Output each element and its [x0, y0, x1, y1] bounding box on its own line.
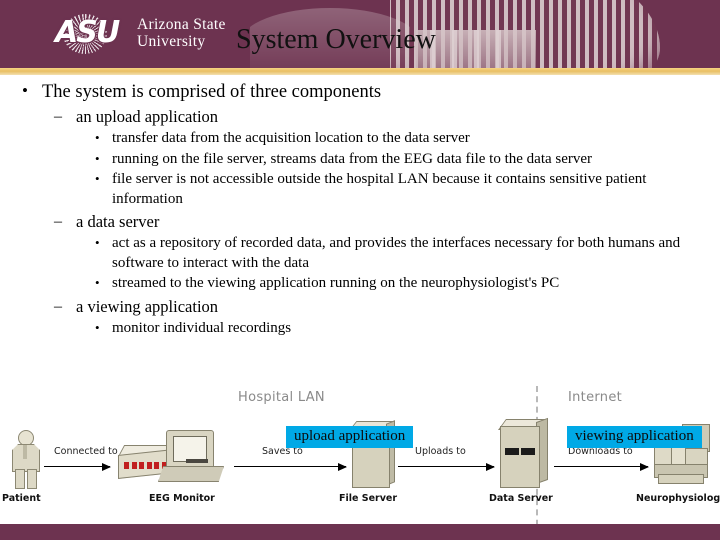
- node-label-patient: Patient: [2, 493, 41, 504]
- slide-header: ASU Arizona State University System Over…: [0, 0, 720, 68]
- neuro-desk-base: [658, 474, 704, 484]
- asu-wordmark: Arizona State University: [137, 16, 226, 50]
- header-gold-divider: [0, 68, 720, 75]
- bullet-level3: streamed to the viewing application runn…: [92, 273, 720, 294]
- arrow-label-uploads-to: Uploads to: [415, 446, 466, 457]
- asu-sunburst-mark: ASU: [55, 14, 133, 54]
- patient-head: [18, 430, 34, 446]
- bullet-level3: transfer data from the acquisition locat…: [92, 128, 720, 149]
- slide-footer-bar: [0, 524, 720, 540]
- bullet-level2: a data server: [54, 211, 720, 233]
- highlight-viewing-application: viewing application: [567, 426, 702, 448]
- eeg-crt-monitor: [166, 430, 214, 470]
- bullet-level3: running on the file server, streams data…: [92, 149, 720, 170]
- header-building-photo: [390, 0, 720, 68]
- patient-leg-left: [15, 469, 25, 489]
- node-label-eeg-monitor: EEG Monitor: [149, 493, 215, 504]
- eeg-led-row: [124, 462, 168, 469]
- eeg-monitor-icon: [117, 430, 230, 488]
- asu-wordmark-line2: University: [137, 32, 206, 50]
- eeg-drive-slot: [186, 459, 208, 463]
- arrow-connected-to: [44, 462, 111, 471]
- slide: ASU Arizona State University System Over…: [0, 0, 720, 540]
- bullet-level2: a viewing application: [54, 296, 720, 318]
- zone-label-hospital-lan: Hospital LAN: [238, 390, 325, 405]
- eeg-led: [139, 462, 144, 469]
- arrow-downloads-to: [554, 462, 649, 471]
- eeg-led: [124, 462, 129, 469]
- arrow-label-connected-to: Connected to: [54, 446, 118, 457]
- page-title: System Overview: [236, 24, 436, 55]
- building-column: [496, 30, 501, 68]
- node-label-neurophysiologist: Neurophysiologist: [636, 493, 720, 504]
- patient-leg-right: [27, 469, 37, 489]
- data-server-slot: [521, 448, 535, 455]
- eeg-led: [131, 462, 137, 469]
- zone-label-internet: Internet: [568, 390, 623, 405]
- arrow-uploads-to: [398, 462, 495, 471]
- slide-body: The system is comprised of three compone…: [0, 76, 720, 338]
- patient-icon: [8, 430, 42, 489]
- data-server-slot: [505, 448, 519, 455]
- bullet-level3: act as a repository of recorded data, an…: [92, 233, 720, 273]
- eeg-computer-base: [158, 466, 224, 482]
- bullet-level2: an upload application: [54, 106, 720, 128]
- bullet-level3: file server is not accessible outside th…: [92, 169, 720, 209]
- architecture-diagram: Hospital LAN Internet upload application…: [0, 386, 720, 536]
- building-column: [452, 30, 457, 68]
- patient-tie: [23, 445, 27, 459]
- node-label-data-server: Data Server: [489, 493, 553, 504]
- eeg-led: [154, 462, 159, 469]
- node-label-file-server: File Server: [339, 493, 398, 504]
- data-server-icon: [498, 417, 550, 490]
- highlight-upload-application: upload application: [286, 426, 414, 448]
- eeg-led: [146, 462, 152, 469]
- bullet-level3: monitor individual recordings: [92, 318, 720, 339]
- building-column: [474, 30, 479, 68]
- bullet-level1: The system is comprised of three compone…: [18, 79, 720, 104]
- arrow-saves-to: [234, 462, 347, 471]
- data-server-body: [500, 426, 540, 488]
- asu-logo: ASU Arizona State University: [55, 14, 226, 56]
- asu-logo-letters: ASU: [55, 15, 120, 50]
- asu-wordmark-line1: Arizona State: [137, 16, 226, 33]
